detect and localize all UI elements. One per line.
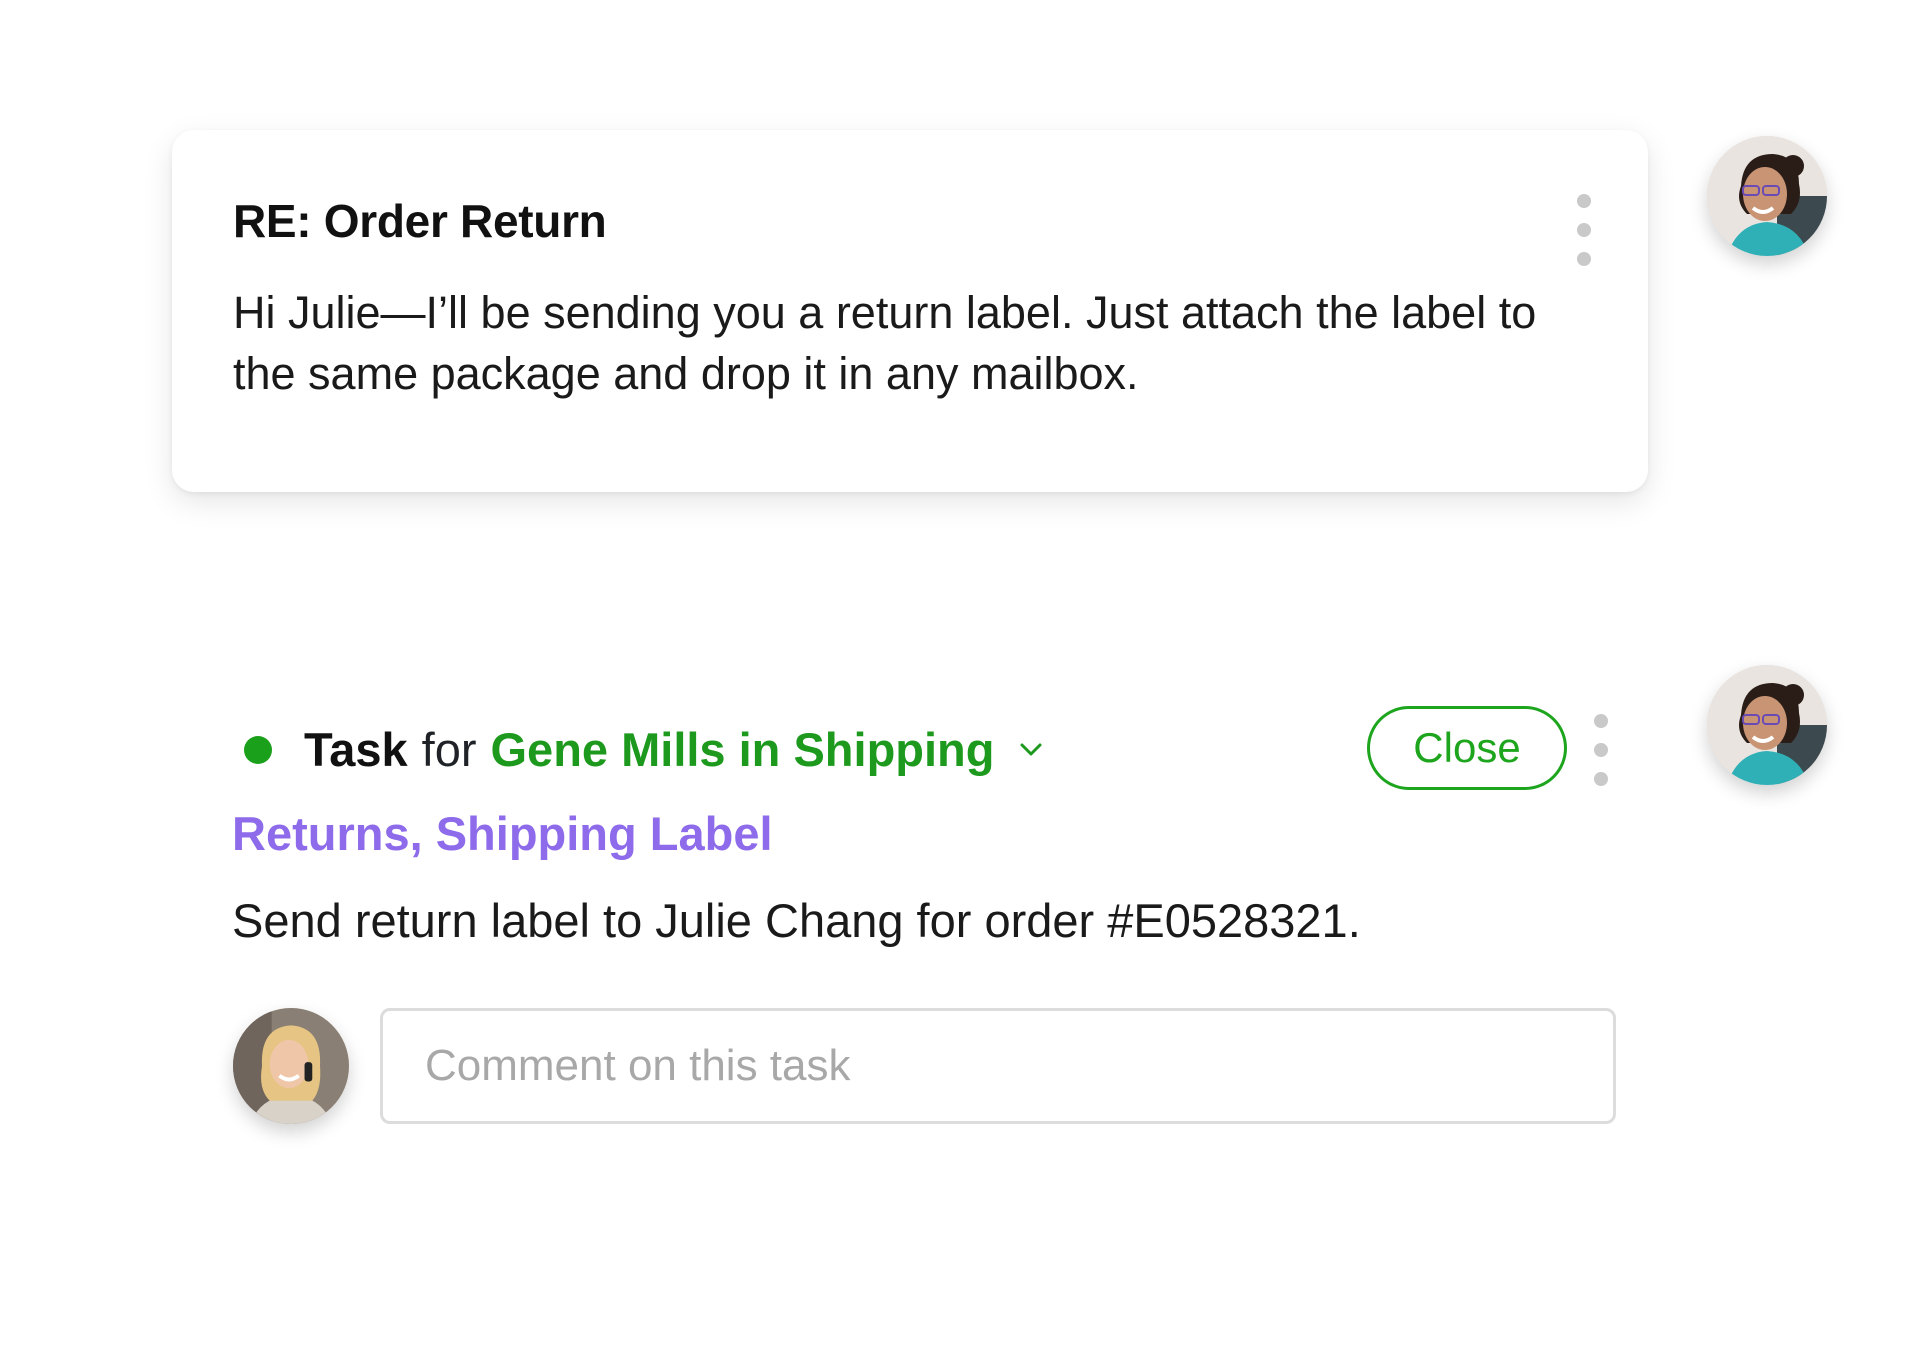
agent-avatar bbox=[1707, 136, 1827, 256]
close-task-button[interactable]: Close bbox=[1367, 706, 1567, 790]
task-for-label: for bbox=[421, 723, 477, 776]
task-header: Task for Gene Mills in Shipping bbox=[244, 722, 1046, 777]
message-subject: RE: Order Return bbox=[233, 195, 607, 247]
task-assignee[interactable]: Gene Mills in Shipping bbox=[491, 722, 995, 777]
commenter-avatar bbox=[233, 1008, 349, 1124]
agent-avatar bbox=[1707, 665, 1827, 785]
page: RE: Order Return Hi Julie—I’ll be sendin… bbox=[0, 0, 1920, 1368]
task-more-options-icon[interactable] bbox=[1591, 714, 1611, 786]
message-card: RE: Order Return Hi Julie—I’ll be sendin… bbox=[172, 130, 1648, 492]
task-label: Task bbox=[304, 723, 408, 776]
message-body: Hi Julie—I’ll be sending you a return la… bbox=[233, 287, 1537, 399]
chevron-down-icon[interactable] bbox=[1016, 735, 1046, 765]
task-tags[interactable]: Returns, Shipping Label bbox=[232, 806, 773, 861]
comment-input[interactable] bbox=[380, 1008, 1616, 1124]
task-description: Send return label to Julie Chang for ord… bbox=[232, 894, 1361, 947]
message-more-options-icon[interactable] bbox=[1574, 194, 1594, 266]
task-status-dot-icon bbox=[244, 735, 272, 764]
